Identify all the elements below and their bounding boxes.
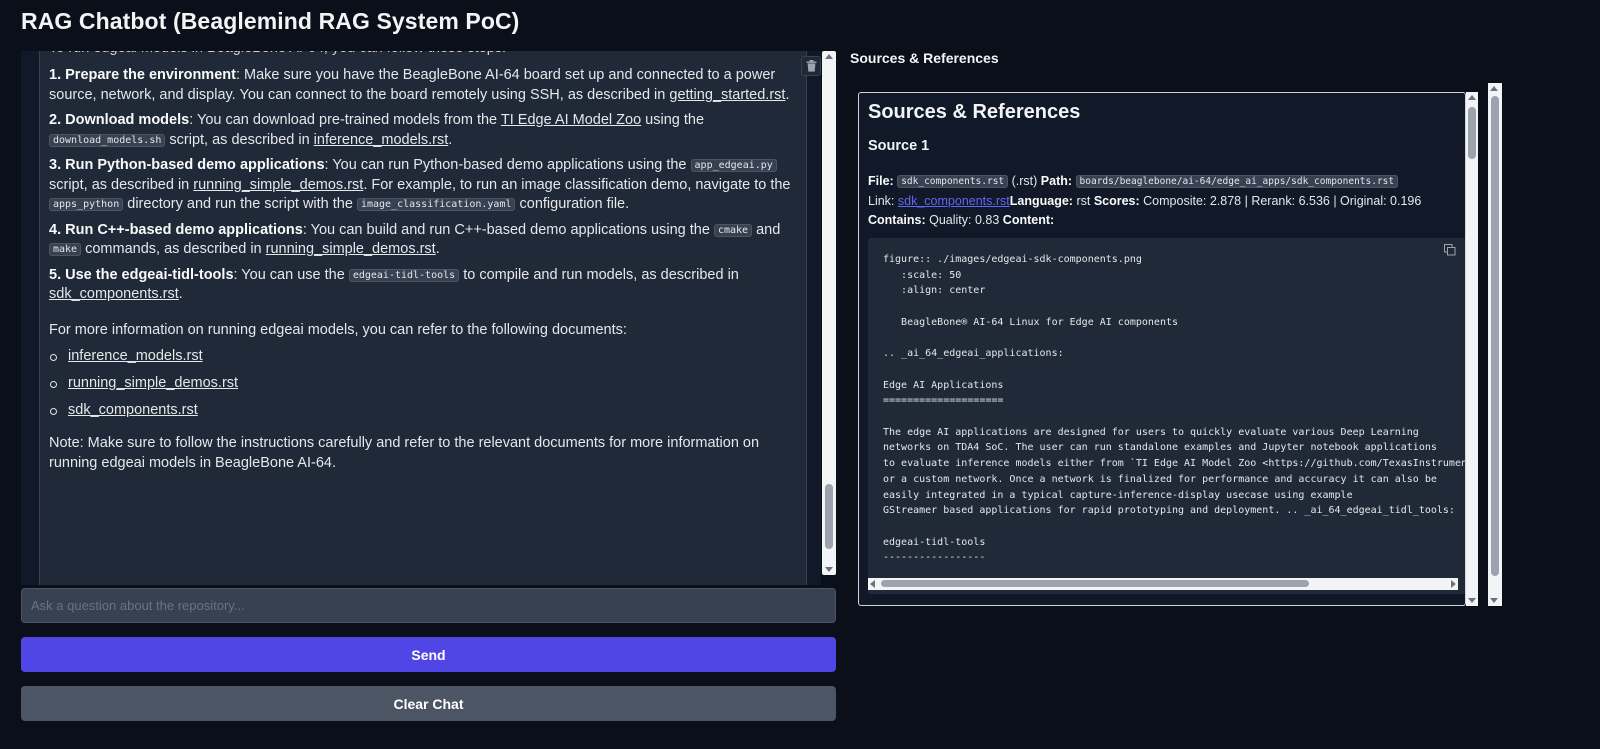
link-getting-started[interactable]: getting_started.rst — [669, 87, 785, 103]
code-line: GStreamer based applications for rapid p… — [883, 505, 1455, 517]
message-intro: To run edgeai models in BeagleBone AI-64… — [49, 51, 796, 60]
delete-message-button[interactable] — [801, 56, 821, 76]
note-text: Note: Make sure to follow the instructio… — [49, 435, 760, 471]
code-line: BeagleBone® AI-64 Linux for Edge AI comp… — [883, 316, 1179, 328]
sources-title: Sources & References — [868, 101, 1081, 123]
code-line: :align: center — [883, 285, 986, 297]
scroll-down-arrow[interactable] — [825, 567, 833, 572]
code-line: easily integrated in a typical capture-i… — [883, 489, 1353, 501]
code-line: or a custom network. Once a network is f… — [883, 473, 1437, 485]
scroll-up-arrow[interactable] — [1490, 86, 1498, 91]
ref-link[interactable]: running_simple_demos.rst — [68, 375, 238, 391]
scrollbar-thumb[interactable] — [1468, 107, 1476, 159]
link-inference-models[interactable]: inference_models.rst — [314, 132, 449, 148]
step-title: Download models — [65, 112, 190, 128]
inline-code: cmake — [713, 223, 753, 237]
trash-icon — [806, 60, 816, 72]
step-1: 1. Prepare the environment: Make sure yo… — [49, 67, 790, 103]
list-item: sdk_components.rst — [49, 401, 796, 420]
code-line: ----------------- — [883, 552, 986, 564]
inline-code: download_models.sh — [49, 133, 166, 147]
code-line: edgeai-tidl-tools — [883, 536, 986, 548]
question-input[interactable] — [21, 588, 836, 623]
code-line: to evaluate inference models either from… — [883, 458, 1466, 470]
code-line: :scale: 50 — [883, 269, 962, 281]
code-line: networks on TDA4 SoC. The user can run s… — [883, 442, 1437, 454]
inline-code: make — [49, 243, 82, 256]
link-ti-model-zoo[interactable]: TI Edge AI Model Zoo — [501, 112, 641, 128]
link-sdk-components[interactable]: sdk_components.rst — [49, 286, 179, 302]
more-info-text: For more information on running edgeai m… — [49, 321, 627, 338]
scroll-up-arrow[interactable] — [825, 54, 833, 59]
bot-message: To run edgeai models in BeagleBone AI-64… — [39, 51, 807, 585]
app-title: RAG Chatbot (Beaglemind RAG System PoC) — [21, 8, 520, 34]
source-label: Source 1 — [868, 138, 930, 154]
scroll-left-arrow[interactable] — [870, 580, 875, 588]
chat-panel[interactable]: To run edgeai models in BeagleBone AI-64… — [21, 51, 821, 585]
sources-scrollbar[interactable] — [1466, 92, 1478, 606]
step-title: Use the edgeai-tidl-tools — [65, 266, 234, 283]
source-code-block[interactable]: figure:: ./images/edgeai-sdk-components.… — [868, 238, 1466, 594]
quality-text: Quality: 0.83 — [929, 213, 1000, 227]
step-4: 4. Run C++-based demo applications: You … — [49, 221, 781, 257]
scroll-down-arrow[interactable] — [1490, 598, 1498, 603]
scroll-down-arrow[interactable] — [1468, 598, 1476, 603]
inline-code: apps_python — [49, 198, 124, 211]
scroll-right-arrow[interactable] — [1451, 580, 1456, 588]
clear-chat-button[interactable]: Clear Chat — [21, 686, 836, 721]
code-line: ==================== — [883, 395, 1004, 407]
file-path: boards/beaglebone/ai-64/edge_ai_apps/sdk… — [1075, 175, 1399, 188]
sources-heading: Sources & References — [850, 50, 999, 66]
code-line: Edge AI Applications — [883, 379, 1004, 391]
send-button[interactable]: Send — [21, 637, 836, 672]
step-3: 3. Run Python-based demo applications: Y… — [49, 157, 791, 212]
code-horizontal-scrollbar[interactable] — [868, 578, 1458, 590]
ref-link[interactable]: inference_models.rst — [68, 348, 203, 364]
step-title: Run Python-based demo applications — [65, 157, 325, 173]
link-running-simple-demos[interactable]: running_simple_demos.rst — [266, 241, 436, 257]
link-running-simple-demos[interactable]: running_simple_demos.rst — [193, 177, 363, 193]
scrollbar-thumb[interactable] — [1491, 96, 1499, 576]
code-line: The edge AI applications are designed fo… — [883, 426, 1419, 438]
outer-scrollbar[interactable] — [1488, 83, 1502, 606]
reference-list: inference_models.rst running_simple_demo… — [49, 347, 796, 420]
scores-text: Composite: 2.878 | Rerank: 6.536 | Origi… — [1143, 193, 1422, 208]
source-meta: File: sdk_components.rst (.rst) Path: bo… — [868, 174, 1422, 227]
code-lines: figure:: ./images/edgeai-sdk-components.… — [883, 252, 1466, 566]
scroll-up-arrow[interactable] — [1468, 95, 1476, 100]
chat-scrollbar[interactable] — [822, 51, 836, 575]
scrollbar-thumb[interactable] — [881, 580, 1309, 587]
code-line: figure:: ./images/edgeai-sdk-components.… — [883, 254, 1142, 265]
sources-panel[interactable]: Sources & References Source 1 File: sdk_… — [858, 92, 1466, 606]
file-name: sdk_components.rst — [897, 175, 1009, 188]
ref-link[interactable]: sdk_components.rst — [68, 402, 198, 418]
list-item: inference_models.rst — [49, 347, 796, 366]
inline-code: image_classification.yaml — [356, 198, 516, 211]
step-title: Prepare the environment — [65, 67, 236, 83]
step-2: 2. Download models: You can download pre… — [49, 112, 705, 148]
step-5: 5. Use the edgeai-tidl-tools: You can us… — [49, 266, 739, 303]
scrollbar-thumb[interactable] — [825, 484, 833, 549]
inline-code: app_edgeai.py — [690, 159, 777, 172]
inline-code: edgeai-tidl-tools — [348, 268, 460, 282]
code-line: .. _ai_64_edgeai_applications: — [883, 348, 1064, 360]
list-item: running_simple_demos.rst — [49, 374, 796, 393]
step-title: Run C++-based demo applications — [65, 221, 303, 238]
source-link[interactable]: sdk_components.rst — [898, 194, 1010, 208]
